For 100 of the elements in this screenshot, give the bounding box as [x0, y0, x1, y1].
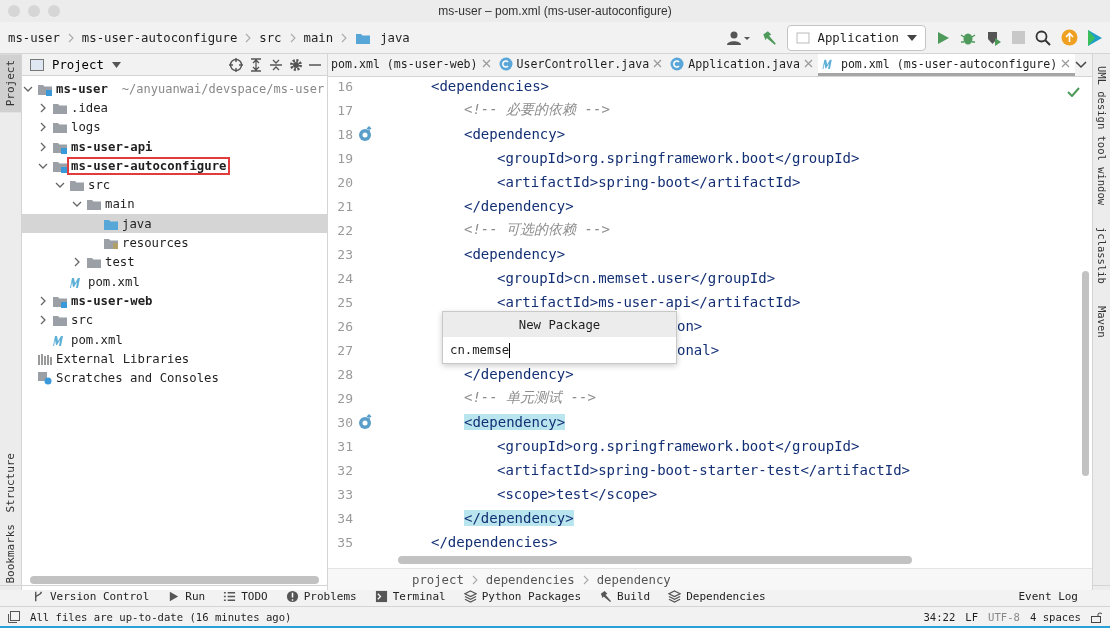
tree-item[interactable]: ms-user-api	[22, 136, 327, 157]
resources-folder-icon	[103, 236, 119, 250]
tool-window-button[interactable]: Build	[599, 589, 651, 603]
tool-window-tab[interactable]: Structure	[0, 446, 21, 519]
tool-window-button[interactable]: TODO	[223, 589, 268, 603]
breadcrumb-item[interactable]: ms-user-autoconfigure	[81, 30, 238, 45]
breadcrumb-item[interactable]: ms-user	[8, 30, 60, 45]
code-line: onal>	[677, 342, 720, 358]
editor-tab[interactable]: pom.xml (ms-user-autoconfigure)	[817, 54, 1076, 76]
tool-window-button[interactable]: Terminal	[374, 589, 446, 603]
override-marker-icon[interactable]	[358, 126, 374, 142]
folder-icon	[69, 178, 85, 193]
tree-item[interactable]: test	[22, 252, 327, 272]
override-marker-icon[interactable]	[358, 414, 374, 430]
code-line: <artifactId>spring-boot-starter-test</artifactId>	[497, 462, 910, 478]
tool-window-tab[interactable]: Bookmarks	[0, 518, 21, 590]
cursor-position[interactable]: 34:22	[923, 610, 956, 623]
tree-item[interactable]: logs	[22, 117, 327, 137]
package-name-field[interactable]: cn.memse	[443, 337, 676, 363]
tool-window-tab[interactable]: jclasslib	[1093, 223, 1110, 288]
panel-toggle-icon[interactable]	[8, 610, 20, 623]
collapse-all-icon[interactable]	[269, 57, 283, 72]
close-icon[interactable]	[653, 59, 663, 68]
tree-item[interactable]: java	[22, 214, 327, 234]
breadcrumb-item[interactable]: src	[259, 30, 282, 45]
close-icon[interactable]	[1061, 59, 1071, 68]
hammer-icon	[599, 589, 613, 603]
user-icon[interactable]	[726, 30, 751, 45]
lock-icon[interactable]	[1091, 610, 1102, 623]
tool-window-tab[interactable]: Project	[0, 54, 21, 113]
scratches-icon	[37, 371, 53, 386]
code-line: </dependencies>	[431, 534, 558, 550]
tree-item[interactable]: .idea	[22, 98, 327, 118]
tool-window-button[interactable]: Version Control	[32, 589, 150, 603]
chevron-down-icon[interactable]	[1075, 61, 1088, 69]
editor-tab[interactable]: Application.java	[667, 54, 818, 76]
tool-window-button[interactable]: Problems	[285, 589, 357, 603]
scrollbar[interactable]	[1082, 271, 1089, 476]
line-number: 17	[336, 102, 353, 118]
app-logo-icon[interactable]	[1088, 29, 1102, 46]
breadcrumb-item[interactable]: project	[412, 572, 464, 587]
scrollbar[interactable]	[398, 556, 912, 564]
tree-item[interactable]: src	[22, 175, 327, 195]
minimize-icon[interactable]	[309, 62, 321, 67]
search-icon[interactable]	[1035, 29, 1051, 46]
panel-icon	[30, 58, 44, 71]
tree-item[interactable]: ms-user-web	[22, 291, 327, 311]
caret-icon	[907, 34, 917, 41]
tree-item[interactable]: ms-user-autoconfigure	[22, 156, 327, 176]
code-line: <groupId>org.springframework.boot</groupId>	[497, 150, 860, 166]
layers-icon	[668, 589, 682, 603]
code-line: <groupId>org.springframework.boot</groupId>	[497, 438, 860, 454]
code-line: <scope>test</scope>	[497, 486, 658, 502]
close-icon[interactable]	[803, 59, 813, 68]
tree-item[interactable]: External Libraries	[22, 349, 327, 369]
tree-item[interactable]: pom.xml	[22, 329, 327, 350]
line-ending[interactable]: LF	[965, 610, 979, 623]
expand-all-icon[interactable]	[249, 57, 263, 72]
line-number: 21	[336, 198, 353, 214]
code-line: </dependency>	[464, 366, 574, 382]
tool-window-tab[interactable]: UML design tool window	[1093, 62, 1110, 210]
editor-tab[interactable]: UserController.java	[495, 54, 668, 76]
tree-item[interactable]: ms-user ~/anyuanwai/devspace/ms-user	[22, 79, 327, 99]
project-view-dropdown[interactable]: Project	[50, 57, 123, 72]
tree-item[interactable]: src	[22, 310, 327, 330]
tool-window-button[interactable]: Python Packages	[463, 589, 582, 603]
tree-item[interactable]: resources	[22, 233, 327, 253]
run-configuration-dropdown[interactable]: Application	[786, 24, 926, 51]
tree-item[interactable]: main	[22, 194, 327, 215]
coverage-icon[interactable]	[986, 29, 1002, 46]
item-label: pom.xml	[70, 331, 124, 349]
breadcrumb-item[interactable]: dependency	[596, 572, 671, 587]
scrollbar[interactable]	[30, 576, 319, 584]
tool-window-button[interactable]: Run	[167, 589, 206, 603]
close-icon[interactable]	[481, 59, 491, 68]
branch-icon	[32, 589, 45, 603]
line-number: 22	[336, 222, 353, 238]
run-icon[interactable]	[936, 30, 950, 45]
item-label: java	[121, 215, 153, 233]
breadcrumb-item[interactable]: java	[380, 30, 410, 45]
hammer-icon[interactable]	[760, 29, 777, 46]
tree-item[interactable]: pom.xml	[22, 271, 327, 292]
item-label: src	[70, 312, 95, 330]
editor-tab[interactable]: pom.xml (ms-user-web)	[328, 54, 496, 76]
indent-setting[interactable]: 4 spaces	[1029, 610, 1081, 623]
line-number: 16	[336, 78, 353, 94]
libraries-icon	[37, 351, 53, 366]
breadcrumb-item[interactable]: dependencies	[485, 572, 575, 587]
breadcrumb-item[interactable]: main	[303, 30, 334, 45]
code-line: </dependency>	[464, 198, 574, 214]
tool-window-button[interactable]: Dependencies	[668, 589, 766, 603]
code-line: on>	[677, 318, 703, 334]
locate-icon[interactable]	[229, 57, 243, 72]
line-number: 26	[336, 318, 353, 334]
tool-window-tab[interactable]: Maven	[1093, 302, 1110, 342]
chevron-right-icon	[67, 32, 74, 43]
status-message: All files are up-to-date (16 minutes ago)	[30, 610, 292, 623]
settings-icon[interactable]	[289, 57, 303, 72]
tree-item[interactable]: Scratches and Consoles	[22, 368, 327, 388]
tool-window-button[interactable]: Event Log	[1018, 589, 1078, 603]
